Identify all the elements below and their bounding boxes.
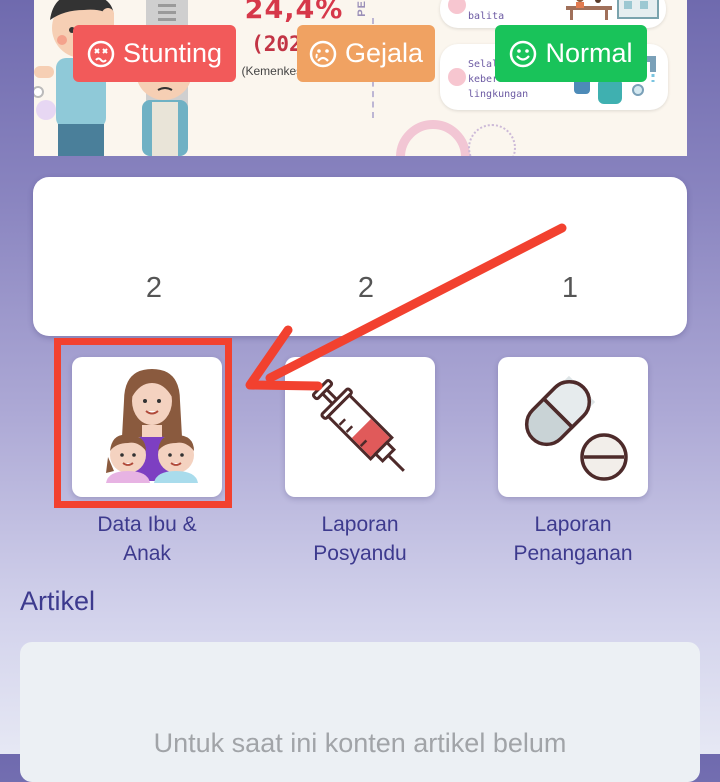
sad-face-icon xyxy=(309,40,337,67)
tip-card-balita: balita xyxy=(440,0,666,28)
stunting-percentage: 24,4% xyxy=(244,0,344,25)
normal-count: 1 xyxy=(561,272,579,304)
status-summary-card xyxy=(33,177,687,336)
tip-text: balita xyxy=(468,11,505,22)
laporan-penanganan-label: Laporan Penanganan xyxy=(513,513,633,565)
stunting-badge[interactable]: Stunting xyxy=(73,25,236,82)
vertical-section-label: PE xyxy=(356,0,368,17)
family-table-icon xyxy=(566,0,659,20)
normal-badge[interactable]: Normal xyxy=(495,25,647,82)
article-section-title: Artikel xyxy=(20,586,96,616)
dizzy-face-icon xyxy=(87,40,115,67)
data-ibu-anak-label: Data Ibu & Anak xyxy=(97,513,197,565)
smile-face-icon xyxy=(510,40,537,67)
syringe-icon xyxy=(311,378,405,472)
annotation-highlight-box xyxy=(54,338,232,508)
laporan-penanganan-tile[interactable] xyxy=(498,357,648,497)
gejala-count: 2 xyxy=(357,272,375,304)
normal-label: Normal xyxy=(545,38,633,68)
stunting-label: Stunting xyxy=(122,38,223,68)
laporan-posyandu-label: Laporan Posyandu xyxy=(313,513,407,565)
tip-dot-icon xyxy=(448,68,466,86)
stunting-count: 2 xyxy=(145,272,163,304)
article-empty-message: Untuk saat ini konten artikel belum xyxy=(153,728,567,758)
gejala-label: Gejala xyxy=(344,38,424,68)
gejala-badge[interactable]: Gejala xyxy=(297,25,435,82)
tip-dot-icon xyxy=(448,0,466,14)
pill-icon xyxy=(524,375,628,481)
article-card: Untuk saat ini konten artikel belum xyxy=(20,642,700,782)
laporan-posyandu-tile[interactable] xyxy=(285,357,435,497)
